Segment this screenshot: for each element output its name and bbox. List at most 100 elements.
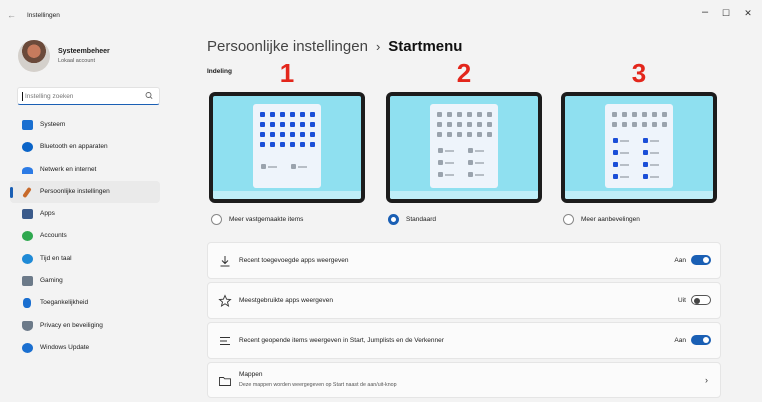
- recommended-item-icon: [467, 112, 472, 117]
- recommended-item-icon: [652, 122, 657, 127]
- back-arrow-icon[interactable]: ←: [7, 10, 16, 20]
- recommended-item-text: [445, 174, 454, 176]
- recommended-item-text: [445, 150, 454, 152]
- sidebar-item-label: Privacy en beveiliging: [40, 321, 103, 329]
- layout-preview-default[interactable]: [386, 92, 542, 203]
- recommended-item-icon: [477, 132, 482, 137]
- pinned-app-tile: [643, 174, 648, 179]
- search-icon[interactable]: [144, 90, 154, 102]
- sidebar-item-label: Gaming: [40, 277, 63, 285]
- sidebar-item-windows-update[interactable]: Windows Update: [10, 337, 160, 359]
- recommended-item-icon: [457, 122, 462, 127]
- recommended-item-icon: [487, 122, 492, 127]
- sidebar-item-persoonlijke-instellingen[interactable]: Persoonlijke instellingen: [10, 180, 160, 204]
- pinned-app-tile: [270, 142, 275, 147]
- recommended-item-icon: [612, 122, 617, 127]
- setting-label: Meestgebruikte apps weergeven: [239, 297, 333, 304]
- recommended-item-icon: [662, 122, 667, 127]
- recommended-item-icon: [622, 122, 627, 127]
- sidebar-item-label: Windows Update: [40, 343, 90, 351]
- recommended-item-text: [475, 150, 484, 152]
- preview-screen: [213, 96, 361, 199]
- sidebar-item-apps[interactable]: Apps: [10, 203, 160, 225]
- globe-clock-icon: [22, 253, 33, 264]
- pinned-app-tile: [300, 132, 305, 137]
- recommended-item-icon: [457, 112, 462, 117]
- recommended-item-icon: [467, 122, 472, 127]
- toggle-switch[interactable]: [691, 295, 711, 305]
- sidebar-item-netwerk-en-internet[interactable]: Netwerk en internet: [10, 159, 160, 181]
- layout-number-2: 2: [456, 58, 472, 88]
- sidebar-item-tijd-en-taal[interactable]: Tijd en taal: [10, 248, 160, 270]
- pinned-app-tile: [300, 142, 305, 147]
- pinned-app-tile: [260, 142, 265, 147]
- layout-preview-more-recommendations[interactable]: [561, 92, 717, 203]
- radio-button[interactable]: [563, 214, 574, 225]
- shield-icon: [22, 320, 33, 331]
- recommended-item-icon: [652, 112, 657, 117]
- folder-icon: [219, 377, 231, 386]
- layout-preview-more-pins[interactable]: [209, 92, 365, 203]
- recommended-item-icon: [632, 122, 637, 127]
- recommended-item-icon: [447, 112, 452, 117]
- recommended-item-icon: [447, 122, 452, 127]
- sidebar-item-bluetooth-en-apparaten[interactable]: Bluetooth en apparaten: [10, 136, 160, 158]
- taskbar-preview: [390, 191, 538, 199]
- recommended-item-text: [650, 164, 659, 166]
- recommended-item-text: [475, 162, 484, 164]
- toggle-state: Aan: [674, 337, 686, 344]
- pinned-app-tile: [300, 112, 305, 117]
- pinned-app-tile: [300, 122, 305, 127]
- recommended-item-icon: [468, 148, 473, 153]
- recommended-item-icon: [457, 132, 462, 137]
- title-bar: ← Instellingen – ☐ ✕: [0, 0, 762, 30]
- avatar: [18, 40, 50, 72]
- recommended-item-icon: [447, 132, 452, 137]
- close-button[interactable]: ✕: [738, 8, 758, 19]
- toggle-knob: [694, 297, 700, 304]
- recommended-item-text: [620, 164, 629, 166]
- breadcrumb-parent[interactable]: Persoonlijke instellingen: [207, 38, 368, 55]
- recommended-item-icon: [622, 112, 627, 117]
- toggle-state: Uit: [678, 297, 686, 304]
- minimize-button[interactable]: –: [695, 6, 715, 18]
- toggle-knob: [703, 257, 709, 263]
- sidebar-item-gaming[interactable]: Gaming: [10, 270, 160, 292]
- radio-label: Meer aanbevelingen: [581, 216, 640, 223]
- setting-folders[interactable]: Mappen Deze mappen worden weergegeven op…: [207, 362, 721, 398]
- brush-icon: [22, 186, 32, 199]
- search-box[interactable]: [17, 87, 160, 105]
- person-icon: [22, 231, 33, 242]
- preview-screen: [565, 96, 713, 199]
- recommended-item-icon: [437, 122, 442, 127]
- update-icon: [22, 342, 33, 353]
- pinned-app-tile: [280, 122, 285, 127]
- maximize-button[interactable]: ☐: [716, 8, 736, 19]
- recommended-item-text: [268, 166, 277, 168]
- apps-icon: [22, 209, 33, 220]
- sidebar-nav: Systeem Bluetooth en apparaten Netwerk en …: [10, 114, 160, 359]
- recommended-item-icon: [632, 112, 637, 117]
- search-input[interactable]: [25, 91, 135, 102]
- pinned-app-tile: [270, 122, 275, 127]
- sidebar-item-systeem[interactable]: Systeem: [10, 114, 160, 136]
- setting-recent-apps: Recent toegevoegde apps weergeven Aan: [207, 242, 721, 279]
- sidebar-item-accounts[interactable]: Accounts: [10, 225, 160, 247]
- layout-number-3: 3: [631, 58, 647, 88]
- toggle-knob: [703, 337, 709, 343]
- sidebar-item-label: Toegankelijkheid: [40, 299, 89, 307]
- toggle-switch[interactable]: [691, 335, 711, 345]
- recommended-item-icon: [437, 112, 442, 117]
- sidebar-item-label: Accounts: [40, 232, 67, 240]
- recommended-item-text: [620, 176, 629, 178]
- sidebar-item-toegankelijkheid[interactable]: Toegankelijkheid: [10, 292, 160, 314]
- sidebar-item-label: Persoonlijke instellingen: [40, 187, 110, 195]
- sidebar-item-privacy-en-beveiliging[interactable]: Privacy en beveiliging: [10, 315, 160, 337]
- monitor-icon: [22, 120, 33, 130]
- sidebar: Systeembeheer Lokaal account Systeem Blue…: [0, 30, 170, 402]
- radio-button-selected[interactable]: [388, 214, 399, 225]
- pinned-app-tile: [310, 142, 315, 147]
- user-profile[interactable]: Systeembeheer Lokaal account: [18, 40, 168, 74]
- radio-button[interactable]: [211, 214, 222, 225]
- toggle-switch[interactable]: [691, 255, 711, 265]
